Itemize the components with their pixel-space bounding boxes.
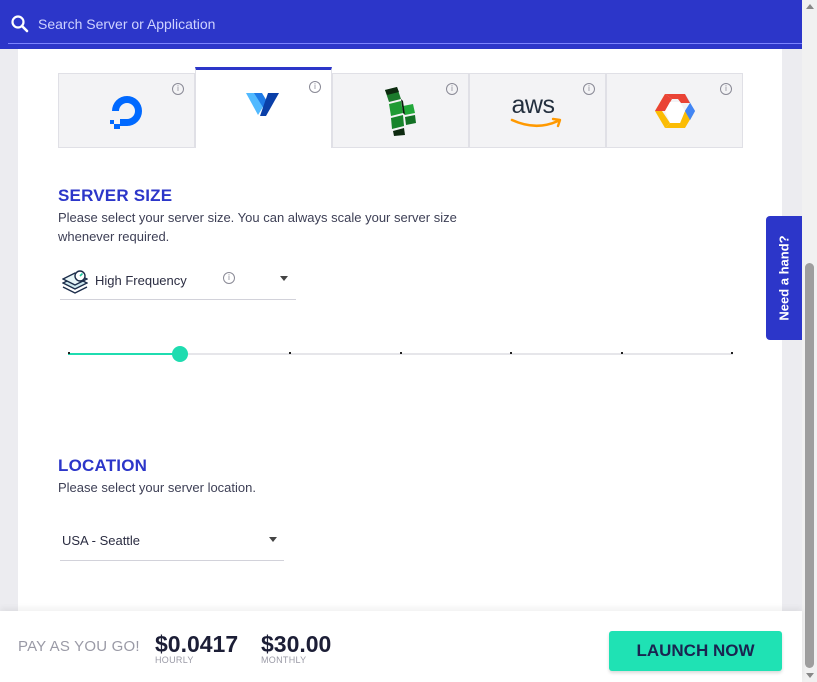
- info-icon[interactable]: i: [172, 83, 184, 95]
- chevron-down-icon: [269, 537, 277, 542]
- google-cloud-logo-icon: [654, 93, 695, 128]
- info-icon[interactable]: i: [309, 81, 321, 93]
- tab-digitalocean[interactable]: i: [58, 73, 195, 148]
- hourly-price: $0.0417: [155, 631, 239, 657]
- linode-logo-icon: [384, 86, 416, 136]
- scroll-up-icon[interactable]: [806, 4, 814, 9]
- server-size-title: SERVER SIZE: [58, 186, 173, 205]
- location-title: LOCATION: [58, 456, 148, 475]
- tab-aws[interactable]: i aws: [469, 73, 606, 148]
- tab-linode[interactable]: i: [332, 73, 469, 148]
- slider-tick[interactable]: [399, 352, 402, 354]
- info-icon[interactable]: i: [720, 83, 732, 95]
- info-icon[interactable]: i: [583, 83, 595, 95]
- monthly-price: $30.00: [261, 631, 332, 657]
- digitalocean-logo-icon: [109, 95, 142, 129]
- server-size-slider[interactable]: [68, 343, 733, 365]
- chevron-down-icon: [280, 276, 288, 281]
- pricing-footer: PAY AS YOU GO! $0.0417 HOURLY $30.00 MON…: [0, 611, 802, 682]
- location-description: Please select your server location.: [58, 480, 256, 495]
- tab-vultr[interactable]: i: [195, 67, 332, 148]
- info-icon[interactable]: i: [446, 83, 458, 95]
- top-search-bar: [0, 0, 802, 49]
- hourly-label: HOURLY: [155, 655, 194, 665]
- need-a-hand-label: Need a hand?: [776, 235, 792, 321]
- launch-now-button[interactable]: LAUNCH NOW: [609, 631, 782, 671]
- slider-thumb[interactable]: [171, 346, 188, 362]
- search-underline: [8, 43, 802, 44]
- aws-logo-icon: aws: [510, 91, 566, 131]
- high-frequency-icon: [62, 270, 88, 294]
- vultr-logo-icon: [245, 93, 279, 117]
- slider-tick[interactable]: [289, 352, 291, 354]
- monthly-label: MONTHLY: [261, 655, 307, 665]
- pay-as-you-go-label: PAY AS YOU GO!: [18, 638, 140, 655]
- tab-google-cloud[interactable]: i: [606, 73, 743, 148]
- aws-logo-text: aws: [511, 90, 555, 119]
- scrollbar-thumb[interactable]: [805, 263, 814, 668]
- search-input[interactable]: [38, 13, 638, 35]
- slider-tick[interactable]: [68, 352, 70, 354]
- slider-tick[interactable]: [731, 352, 733, 354]
- server-plan-dropdown[interactable]: High Frequency i: [60, 262, 296, 300]
- page-scrollbar[interactable]: [802, 0, 817, 682]
- slider-tick[interactable]: [620, 352, 623, 354]
- slider-tick[interactable]: [510, 352, 512, 354]
- server-plan-label: High Frequency: [95, 273, 187, 288]
- scroll-down-icon[interactable]: [806, 673, 814, 678]
- info-icon[interactable]: i: [223, 272, 235, 284]
- provider-tabs: i i i i aws i: [58, 67, 743, 148]
- slider-fill: [68, 353, 180, 355]
- server-size-description: Please select your server size. You can …: [58, 210, 457, 244]
- location-selected: USA - Seattle: [62, 533, 141, 548]
- location-dropdown[interactable]: USA - Seattle: [60, 522, 284, 561]
- need-a-hand-button[interactable]: Need a hand?: [766, 216, 802, 340]
- search-icon[interactable]: [10, 14, 30, 34]
